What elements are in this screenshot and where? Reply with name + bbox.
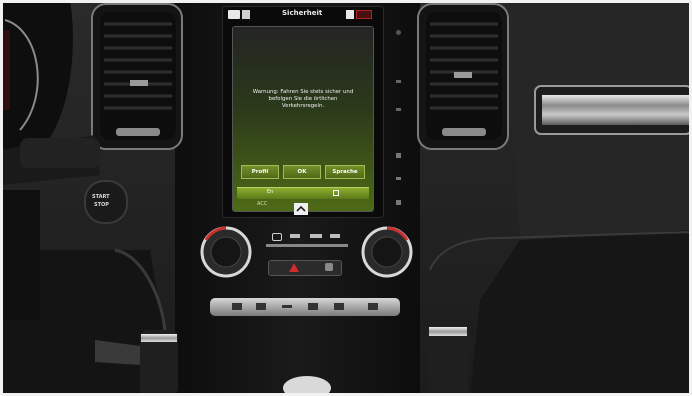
header-toggle-right[interactable]: [356, 10, 372, 19]
side-button-4[interactable]: [396, 177, 401, 180]
screen-bottom-bar: En: [237, 187, 369, 199]
grid-icon[interactable]: [333, 190, 339, 196]
car-dashboard-photo: Sicherheit Warnung: Fahren Sie stets sic…: [0, 0, 692, 396]
seat-heat-left-button[interactable]: [232, 303, 242, 310]
camera-button[interactable]: [334, 303, 344, 310]
bottom-bar-label: En: [267, 189, 274, 195]
auto-climate-icon[interactable]: [310, 234, 322, 238]
status-icon: [242, 10, 250, 19]
safety-warning-text: Warnung: Fahren Sie stets sicher und bef…: [252, 89, 354, 109]
lock-button[interactable]: [325, 263, 333, 271]
home-icon[interactable]: [228, 10, 240, 19]
infotainment-touchscreen[interactable]: Warnung: Fahren Sie stets sicher und bef…: [232, 26, 374, 212]
start-stop-button[interactable]: START STOP: [84, 180, 128, 224]
left-temperature-knob[interactable]: [200, 226, 252, 278]
header-toggle-left[interactable]: [346, 10, 354, 19]
chevron-up-icon[interactable]: [294, 203, 308, 215]
right-temperature-knob[interactable]: [361, 226, 413, 278]
side-button-2[interactable]: [396, 108, 401, 111]
eco-button[interactable]: [282, 305, 292, 308]
stop-label: STOP: [94, 202, 109, 208]
side-button-top[interactable]: [396, 30, 401, 35]
side-button-3[interactable]: [396, 153, 401, 158]
bottom-status-label: ACC: [257, 201, 268, 207]
side-button-1[interactable]: [396, 80, 401, 83]
seat-heat-right-button[interactable]: [368, 303, 378, 310]
parking-sensor-button[interactable]: [308, 303, 318, 310]
recirculation-icon[interactable]: [290, 234, 300, 238]
start-label: START: [92, 194, 110, 200]
left-air-vent[interactable]: [100, 12, 176, 140]
climate-divider: [266, 244, 348, 247]
screen-background: [233, 27, 373, 211]
screen-header-title: Sicherheit: [282, 9, 323, 17]
hazard-triangle-icon[interactable]: [288, 262, 300, 273]
profile-button[interactable]: Profil: [241, 165, 279, 179]
defrost-icon[interactable]: [272, 233, 282, 241]
ok-button[interactable]: OK: [283, 165, 321, 179]
right-air-vent[interactable]: [426, 12, 502, 140]
side-button-5[interactable]: [396, 200, 401, 205]
ac-icon[interactable]: [330, 234, 340, 238]
drive-mode-button[interactable]: [256, 303, 266, 310]
language-button[interactable]: Sprache: [325, 165, 365, 179]
